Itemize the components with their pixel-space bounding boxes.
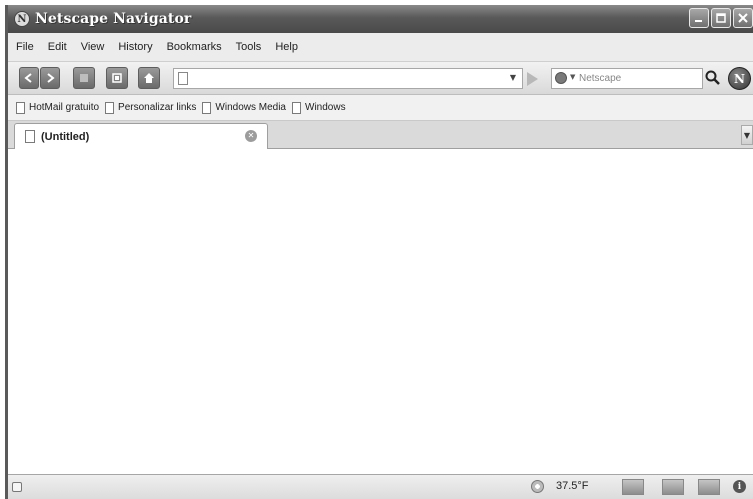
minimize-button[interactable] <box>689 8 709 28</box>
search-engine-dropdown-icon[interactable]: ▼ <box>570 73 575 81</box>
maximize-icon <box>716 13 726 23</box>
forward-icon <box>47 73 55 83</box>
home-button[interactable] <box>138 67 160 89</box>
status-bar: 37.5°F i <box>8 474 753 499</box>
bookmarks-toolbar: HotMail gratuito Personalizar links Wind… <box>8 95 753 121</box>
navigation-toolbar: ▼ ▼ Netscape N <box>8 61 753 95</box>
close-icon <box>738 13 748 23</box>
bookmark-label: HotMail gratuito <box>29 102 100 113</box>
title-bar[interactable]: N Netscape Navigator <box>8 5 753 33</box>
bookmark-hotmail[interactable]: HotMail gratuito <box>16 101 100 114</box>
netscape-logo-icon[interactable]: N <box>728 67 751 90</box>
close-button[interactable] <box>733 8 753 28</box>
magnifier-icon <box>705 70 720 85</box>
cloud-forecast-icon[interactable] <box>662 479 684 495</box>
security-icon[interactable] <box>12 482 22 492</box>
stop-button[interactable] <box>73 67 95 89</box>
go-icon[interactable] <box>527 72 538 86</box>
browser-window: N Netscape Navigator File Edit View Hist… <box>5 5 753 499</box>
netscape-title-icon: N <box>14 11 30 27</box>
weather-icon[interactable] <box>531 480 544 493</box>
menu-tools[interactable]: Tools <box>236 41 262 53</box>
search-input[interactable]: ▼ Netscape <box>551 68 703 89</box>
search-engine-icon[interactable] <box>555 72 567 84</box>
menu-history[interactable]: History <box>118 41 152 53</box>
bookmark-page-icon <box>16 101 25 114</box>
url-dropdown-icon[interactable]: ▼ <box>510 73 516 82</box>
tab-list-button[interactable]: ▼ <box>741 125 753 145</box>
minimize-icon <box>695 20 702 22</box>
bookmark-page-icon <box>202 101 212 114</box>
back-icon <box>24 73 32 83</box>
tab-strip: (Untitled) ✕ ▼ <box>8 121 753 149</box>
window-controls <box>689 8 753 28</box>
menu-file[interactable]: File <box>16 41 34 53</box>
home-icon <box>144 73 154 83</box>
bookmark-windows-media[interactable]: Windows Media <box>202 101 286 114</box>
stop-icon <box>80 74 88 82</box>
bookmark-label: Personalizar links <box>118 102 197 113</box>
maximize-button[interactable] <box>711 8 731 28</box>
tab-untitled[interactable]: (Untitled) ✕ <box>14 123 268 149</box>
bookmark-windows[interactable]: Windows <box>292 101 346 114</box>
tab-page-icon <box>25 130 35 143</box>
page-icon <box>178 72 188 85</box>
back-button[interactable] <box>19 67 39 89</box>
menu-help[interactable]: Help <box>275 41 298 53</box>
forward-button[interactable] <box>40 67 60 89</box>
page-content[interactable] <box>8 149 753 474</box>
info-icon[interactable]: i <box>733 480 746 493</box>
bookmark-page-icon <box>292 101 301 114</box>
reload-button[interactable] <box>106 67 128 89</box>
menu-view[interactable]: View <box>81 41 105 53</box>
window-title: Netscape Navigator <box>35 11 192 27</box>
weather-forecast-icon[interactable] <box>622 479 644 495</box>
bookmark-label: Windows Media <box>215 102 286 113</box>
menu-edit[interactable]: Edit <box>48 41 67 53</box>
temperature: 37.5°F <box>556 480 589 492</box>
bookmark-page-icon <box>105 101 115 114</box>
bookmark-personalizar[interactable]: Personalizar links <box>105 101 197 114</box>
tab-close-icon[interactable]: ✕ <box>245 130 257 142</box>
bookmark-label: Windows <box>305 102 346 113</box>
reload-icon <box>112 73 122 83</box>
chevron-down-icon: ▼ <box>743 130 751 140</box>
menu-bookmarks[interactable]: Bookmarks <box>167 41 222 53</box>
search-button[interactable] <box>705 69 721 87</box>
partly-cloudy-forecast-icon[interactable] <box>698 479 720 495</box>
search-placeholder: Netscape <box>579 73 622 84</box>
url-input[interactable]: ▼ <box>173 68 523 89</box>
menu-bar: File Edit View History Bookmarks Tools H… <box>8 33 753 61</box>
tab-label: (Untitled) <box>41 130 90 143</box>
